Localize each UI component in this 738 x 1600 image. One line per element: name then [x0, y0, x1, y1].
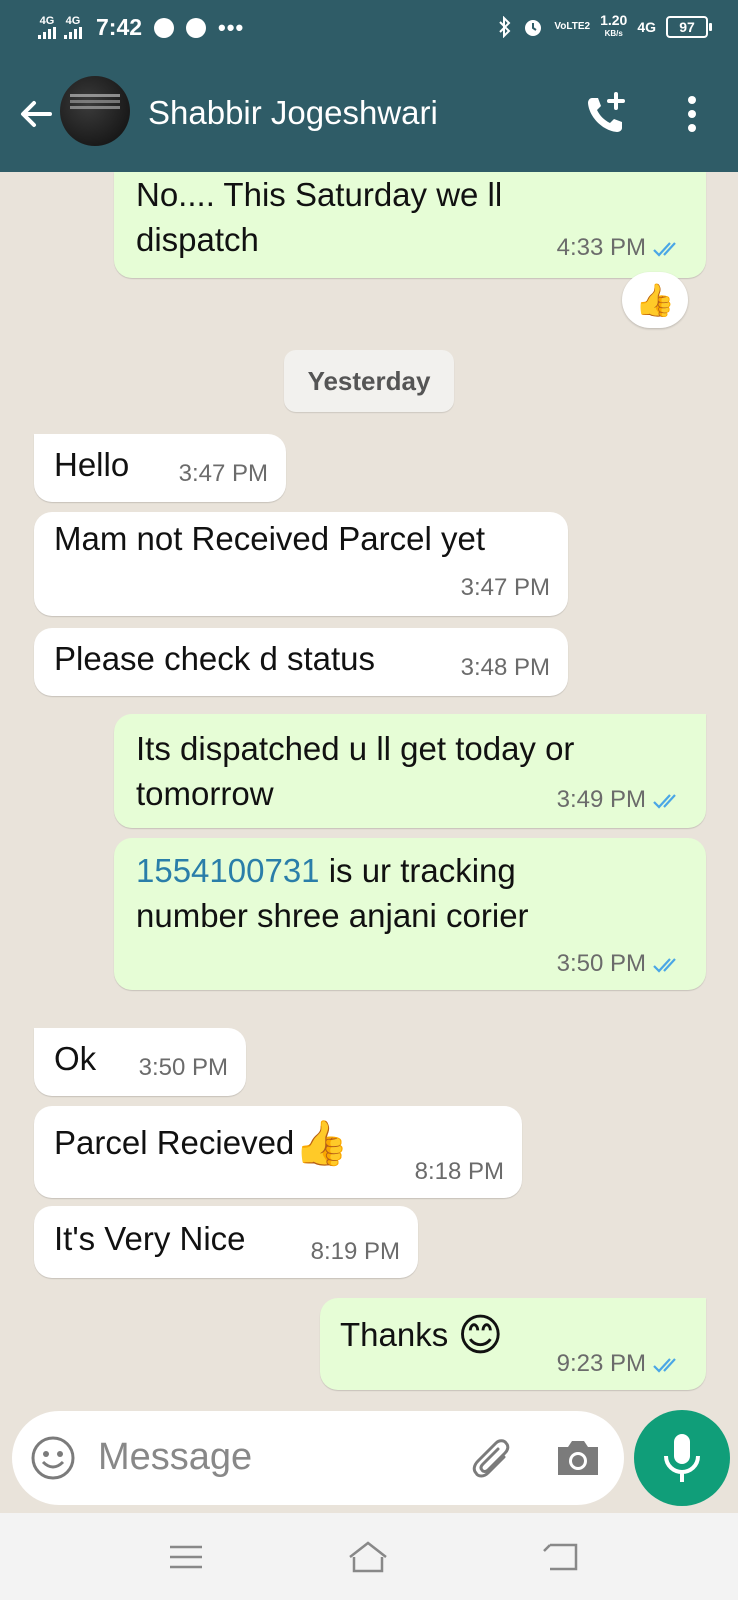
message-bubble-incoming[interactable]: Parcel Recieved👍 8:18 PM — [34, 1106, 522, 1198]
message-line: number shree anjani corier — [136, 897, 529, 934]
read-ticks-icon — [653, 793, 676, 809]
message-bubble-incoming[interactable]: Please check d status 3:48 PM — [34, 628, 568, 696]
read-ticks-icon — [653, 241, 676, 257]
alarm-icon — [525, 20, 542, 36]
message-text: Its dispatched u ll get today or tomorro… — [136, 726, 574, 816]
chat-area[interactable]: No.... This Saturday we ll dispatch 4:33… — [0, 172, 738, 1402]
message-time: 3:50 PM — [138, 1054, 228, 1081]
bluetooth-icon — [499, 16, 511, 38]
clock: 7:42 — [96, 14, 143, 40]
attach-icon[interactable] — [464, 1433, 514, 1483]
back-icon[interactable] — [540, 1537, 584, 1577]
message-line: No.... This Saturday we ll — [136, 176, 503, 213]
message-time: 3:50 PM — [557, 950, 684, 978]
network-speed: 1.20 KB/s — [600, 12, 628, 40]
network-type-3: 4G — [637, 19, 656, 35]
message-line: 1554100731 is ur tracking — [136, 848, 529, 893]
message-line: Its dispatched u ll get today or — [136, 730, 575, 767]
more-notifications-icon: ••• — [218, 14, 245, 40]
message-bubble-outgoing[interactable]: Thanks 😊 9:23 PM — [320, 1298, 706, 1390]
message-text: Hello — [54, 446, 130, 483]
message-time: 8:19 PM — [310, 1238, 400, 1265]
mic-button[interactable] — [634, 1410, 730, 1506]
message-line: Thanks — [340, 1316, 458, 1353]
message-time: 3:47 PM — [178, 460, 268, 487]
message-time: 4:33 PM — [557, 234, 684, 262]
message-time: 8:18 PM — [414, 1158, 504, 1185]
battery-icon: 97 — [666, 16, 712, 38]
chat-header: Shabbir Jogeshwari — [0, 56, 738, 172]
message-line: dispatch — [136, 221, 259, 258]
more-vert-icon[interactable] — [672, 92, 712, 136]
messenger-notification-icon — [154, 17, 175, 38]
tracking-number-link[interactable]: 1554100731 — [136, 852, 320, 889]
message-time: 3:49 PM — [557, 786, 684, 814]
battery-level: 97 — [679, 19, 695, 35]
system-nav-bar — [0, 1513, 738, 1600]
message-bubble-outgoing[interactable]: Its dispatched u ll get today or tomorro… — [114, 714, 706, 828]
home-icon[interactable] — [346, 1537, 390, 1577]
message-bubble-incoming[interactable]: Mam not Received Parcel yet 3:47 PM — [34, 512, 568, 616]
message-text: It's Very Nice — [54, 1220, 246, 1257]
message-time-text: 3:49 PM — [556, 786, 646, 813]
message-time-text: 4:33 PM — [556, 234, 646, 261]
message-bubble-outgoing[interactable]: 1554100731 is ur tracking number shree a… — [114, 838, 706, 990]
camera-icon[interactable] — [552, 1433, 604, 1483]
network-type-2: 4G — [65, 15, 81, 27]
signal-sim1-icon: 4G — [38, 16, 56, 39]
message-time-text: 3:50 PM — [556, 950, 646, 977]
add-call-icon[interactable] — [582, 90, 630, 138]
message-text: Ok — [54, 1040, 97, 1077]
date-separator: Yesterday — [284, 350, 454, 412]
network-speed-value: 1.20 — [600, 12, 628, 28]
avatar[interactable] — [60, 76, 130, 146]
read-ticks-icon — [653, 1357, 676, 1373]
message-text: Parcel Recieved👍 — [54, 1120, 349, 1166]
menu-icon[interactable] — [164, 1537, 208, 1577]
thumbs-up-emoji: 👍 — [294, 1119, 350, 1168]
message-line-text: is ur tracking — [319, 852, 516, 889]
message-bubble-outgoing[interactable]: No.... This Saturday we ll dispatch 4:33… — [114, 172, 706, 278]
volte-indicator: VoLTE2 — [554, 21, 591, 32]
message-text: No.... This Saturday we ll dispatch — [136, 172, 502, 262]
message-line: Parcel Recieved — [54, 1124, 295, 1161]
message-text: Mam not Received Parcel yet — [54, 520, 486, 557]
message-time: 3:47 PM — [460, 574, 550, 601]
network-type-1: 4G — [39, 15, 55, 27]
reaction-badge[interactable]: 👍 — [622, 272, 688, 328]
message-time-text: 9:23 PM — [556, 1350, 646, 1377]
network-speed-unit: KB/s — [604, 29, 623, 38]
message-bubble-incoming[interactable]: Hello 3:47 PM — [34, 434, 286, 502]
back-arrow-icon[interactable] — [14, 92, 58, 136]
read-ticks-icon — [653, 957, 676, 973]
smiling-face-emoji: 😊 — [457, 1311, 504, 1360]
message-text: Thanks 😊 — [340, 1312, 503, 1358]
message-time: 9:23 PM — [557, 1350, 684, 1378]
message-time: 3:48 PM — [460, 654, 550, 681]
message-text: 1554100731 is ur tracking number shree a… — [136, 848, 529, 938]
message-bubble-incoming[interactable]: It's Very Nice 8:19 PM — [34, 1206, 418, 1278]
status-bar: 4G 4G 7:42 ••• VoLTE2 1.20 KB/s 4G 97 — [0, 0, 738, 56]
emoji-icon[interactable] — [30, 1435, 76, 1481]
mic-icon — [664, 1434, 700, 1482]
navigation-notification-icon — [186, 17, 207, 38]
contact-name[interactable]: Shabbir Jogeshwari — [148, 94, 438, 132]
message-composer — [12, 1411, 624, 1505]
signal-sim2-icon: 4G — [64, 16, 82, 39]
message-text: Please check d status — [54, 640, 376, 677]
message-line: tomorrow — [136, 775, 274, 812]
message-input[interactable] — [98, 1427, 438, 1487]
message-bubble-incoming[interactable]: Ok 3:50 PM — [34, 1028, 246, 1096]
